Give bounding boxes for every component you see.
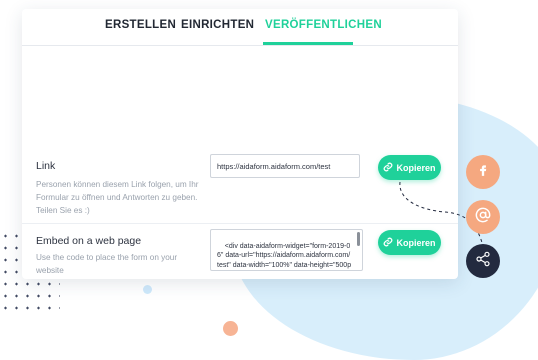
facebook-icon	[476, 163, 490, 182]
email-share-button[interactable]	[466, 200, 500, 234]
share-icon	[475, 251, 491, 272]
dashed-connector	[399, 181, 484, 247]
facebook-share-button[interactable]	[466, 155, 500, 189]
share-button[interactable]	[466, 244, 500, 278]
at-sign-icon	[475, 207, 491, 228]
